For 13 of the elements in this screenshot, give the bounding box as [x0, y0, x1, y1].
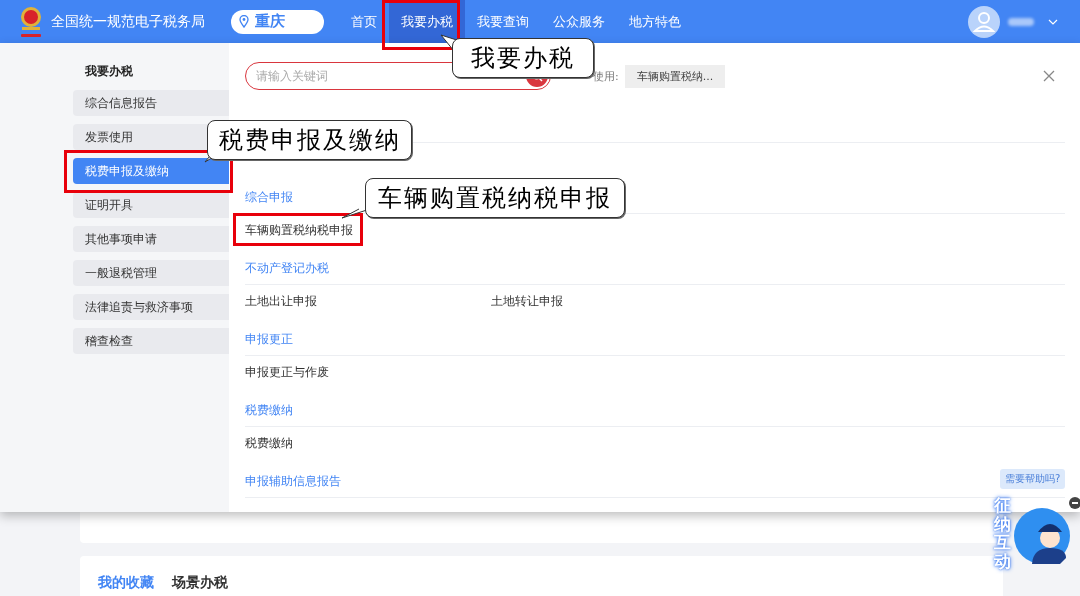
assistant-label: 征纳互动	[994, 496, 1011, 571]
section-title: 税费缴纳	[245, 402, 293, 419]
sidebar-title: 我要办税	[84, 63, 134, 80]
recent-label: 使用:	[593, 68, 619, 84]
region-name: 重庆	[255, 12, 285, 31]
section-title: 申报辅助信息报告	[245, 473, 341, 490]
callout-tooltip: 我要办税	[452, 38, 594, 78]
callout-tooltip: 税费申报及缴纳	[207, 120, 412, 160]
section-title: 不动产登记办税	[245, 260, 329, 277]
callout-tooltip: 车辆购置税纳税申报	[365, 178, 625, 218]
section-title: 申报更正	[245, 331, 293, 348]
site-title: 全国统一规范电子税务局	[51, 12, 206, 31]
section-title: 综合申报	[245, 189, 293, 206]
